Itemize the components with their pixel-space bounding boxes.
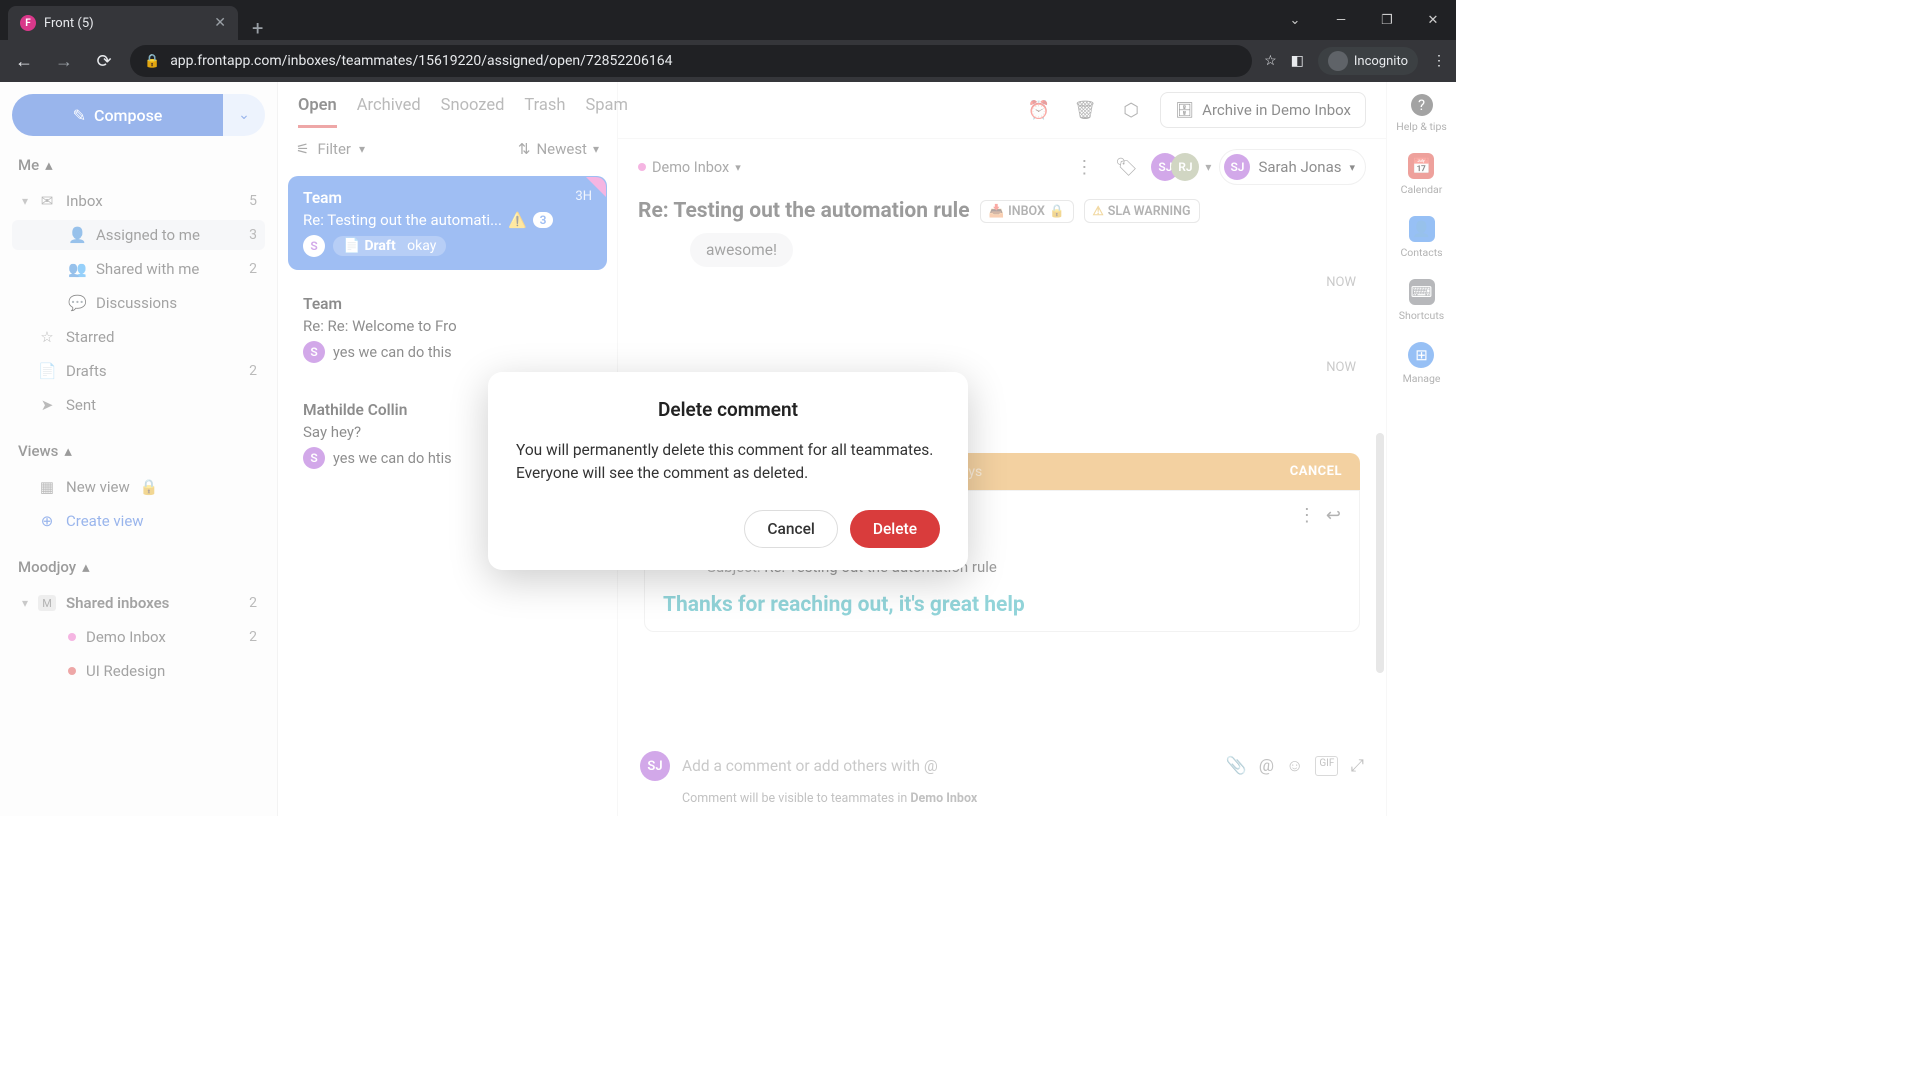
cancel-button[interactable]: Cancel — [744, 510, 837, 548]
front-favicon: F — [20, 15, 36, 31]
close-window-icon[interactable]: ✕ — [1410, 13, 1456, 28]
kebab-menu-icon[interactable]: ⋮ — [1432, 53, 1446, 69]
browser-tab[interactable]: F Front (5) ✕ — [8, 6, 238, 40]
new-tab-button[interactable]: + — [238, 16, 277, 40]
close-tab-icon[interactable]: ✕ — [214, 15, 226, 31]
tab-title: Front (5) — [44, 16, 94, 31]
delete-comment-modal: Delete comment You will permanently dele… — [488, 372, 968, 570]
modal-title: Delete comment — [516, 398, 940, 421]
address-bar: ← → ⟳ 🔒 app.frontapp.com/inboxes/teammat… — [0, 40, 1456, 82]
window-controls: ⌄ ― ❐ ✕ — [1272, 0, 1456, 40]
delete-button[interactable]: Delete — [850, 510, 940, 548]
url-input[interactable]: 🔒 app.frontapp.com/inboxes/teammates/156… — [130, 45, 1252, 77]
minimize-icon[interactable]: ― — [1318, 13, 1364, 28]
extensions-icon[interactable]: ◧ — [1291, 53, 1304, 69]
lock-icon: 🔒 — [144, 54, 160, 69]
incognito-icon — [1328, 51, 1348, 71]
browser-tab-bar: F Front (5) ✕ + ⌄ ― ❐ ✕ — [0, 0, 1456, 40]
incognito-badge: Incognito — [1318, 47, 1418, 75]
maximize-icon[interactable]: ❐ — [1364, 13, 1410, 28]
modal-body: You will permanently delete this comment… — [516, 439, 940, 486]
star-icon[interactable]: ☆ — [1264, 53, 1277, 69]
reload-icon[interactable]: ⟳ — [90, 51, 118, 72]
forward-icon[interactable]: → — [50, 51, 78, 72]
back-icon[interactable]: ← — [10, 51, 38, 72]
url-text: app.frontapp.com/inboxes/teammates/15619… — [170, 53, 672, 69]
chevron-down-icon[interactable]: ⌄ — [1272, 13, 1318, 28]
